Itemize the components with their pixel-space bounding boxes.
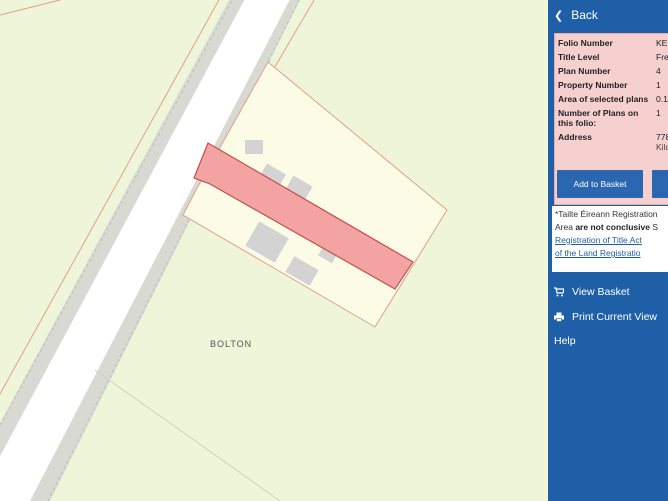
info-key: Folio Number — [558, 38, 613, 48]
info-row: Address 778 Kild — [558, 132, 668, 156]
print-current-view-link[interactable]: Print Current View — [554, 311, 657, 323]
info-row: Number of Plans on this folio: 1 — [558, 108, 668, 132]
info-key: Area of selected plans — [558, 94, 649, 104]
info-value: 778 Kild — [656, 132, 668, 156]
back-label: Back — [571, 8, 598, 22]
info-row: Property Number 1 — [558, 80, 668, 94]
info-key: Address — [558, 132, 593, 142]
printer-icon — [554, 312, 564, 322]
chevron-left-icon: ❮ — [554, 9, 564, 22]
notice-bold-text: are not conclusive — [575, 222, 650, 232]
info-value: Free — [656, 52, 668, 62]
help-label: Help — [554, 335, 576, 347]
registration-notice: *Tailte Éireann Registration Area are no… — [552, 206, 668, 272]
notice-line-2: Area are not conclusive S — [555, 221, 668, 234]
land-registration-link[interactable]: of the Land Registratio — [555, 247, 668, 260]
help-link[interactable]: Help — [554, 335, 576, 347]
info-value: 4 — [656, 66, 661, 76]
place-label: BOLTON — [210, 339, 253, 349]
map-view[interactable]: BOLTON — [0, 0, 548, 501]
registration-act-link[interactable]: Registration of Title Act — [555, 234, 668, 247]
info-key: Number of Plans on this folio: — [558, 108, 639, 128]
info-key: Title Level — [558, 52, 600, 62]
info-row: Title Level Free — [558, 52, 668, 66]
info-value: 0.11 — [656, 94, 668, 104]
map-canvas[interactable] — [0, 0, 548, 501]
secondary-action-button[interactable] — [652, 170, 668, 198]
info-key: Property Number — [558, 80, 628, 90]
back-button[interactable]: ❮ Back — [548, 0, 668, 30]
info-value: 1 — [656, 108, 661, 118]
info-row: Plan Number 4 — [558, 66, 668, 80]
building — [245, 140, 263, 154]
info-value: 1 — [656, 80, 661, 90]
add-to-basket-button[interactable]: Add to Basket — [557, 170, 643, 198]
info-value: KE1 — [656, 38, 668, 48]
folio-info-table: Folio Number KE1 Title Level Free Plan Num… — [558, 38, 668, 156]
view-basket-link[interactable]: View Basket — [554, 286, 630, 298]
address-line-1: 778 — [656, 132, 668, 142]
info-row: Area of selected plans 0.11 — [558, 94, 668, 108]
notice-text: S — [649, 222, 658, 232]
address-line-2: Kild — [656, 142, 668, 152]
cart-icon — [554, 287, 564, 297]
info-key: Plan Number — [558, 66, 611, 76]
notice-line-1: *Tailte Éireann Registration — [555, 209, 658, 219]
print-view-label: Print Current View — [572, 311, 658, 323]
view-basket-label: View Basket — [572, 286, 630, 298]
notice-text: Area — [555, 222, 576, 232]
side-panel: ❮ Back Folio Number KE1 Title Level Free P… — [548, 0, 668, 501]
info-row: Folio Number KE1 — [558, 38, 668, 52]
